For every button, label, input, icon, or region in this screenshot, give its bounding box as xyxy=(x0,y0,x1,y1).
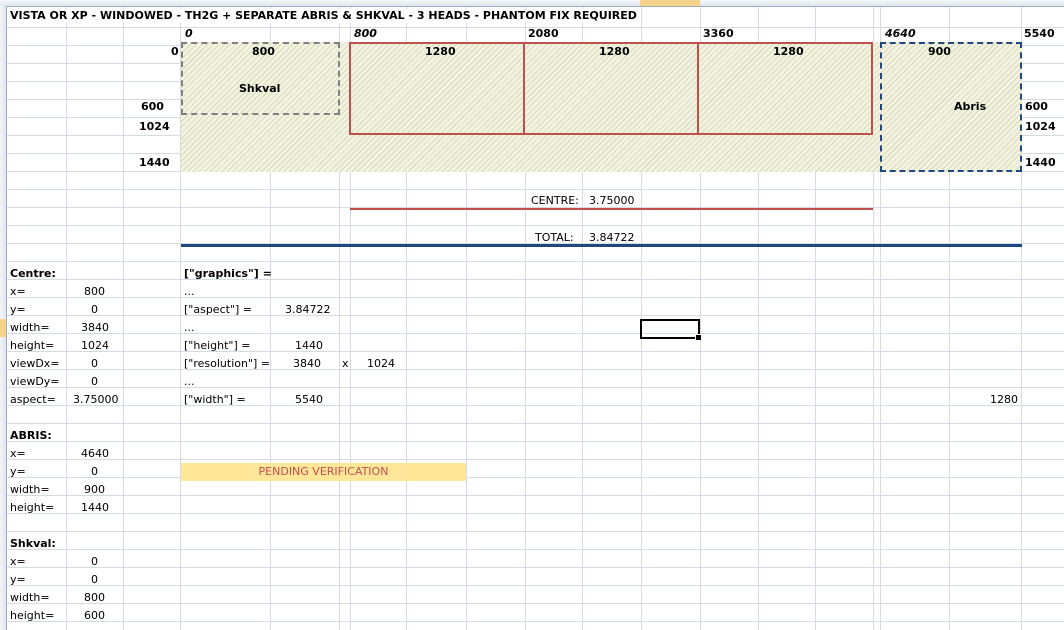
centre-row-value[interactable]: 3840 xyxy=(81,321,109,335)
shkval-row-value[interactable]: 0 xyxy=(91,555,98,569)
abris-row-label[interactable]: height= xyxy=(10,501,54,515)
centre-row-value[interactable]: 1024 xyxy=(81,339,109,353)
graphics-resolution-x[interactable]: x xyxy=(342,357,349,371)
graphics-height-label[interactable]: ["height"] = xyxy=(184,339,250,353)
shkval-row-value[interactable]: 0 xyxy=(91,573,98,587)
abris-row-value[interactable]: 900 xyxy=(84,483,105,497)
width-label[interactable]: 900 xyxy=(928,45,951,59)
position-label[interactable]: 2080 xyxy=(528,27,559,41)
shkval-row-value[interactable]: 600 xyxy=(84,609,105,623)
abris-label[interactable]: Abris xyxy=(954,100,986,114)
centre-row-value[interactable]: 800 xyxy=(84,285,105,299)
height-label-left[interactable]: 1024 xyxy=(139,120,170,134)
abris-row-label[interactable]: width= xyxy=(10,483,50,497)
grid-column-line xyxy=(123,7,124,630)
centre-row-label[interactable]: width= xyxy=(10,321,50,335)
position-label[interactable]: 0 xyxy=(185,27,193,41)
shkval-row-label[interactable]: height= xyxy=(10,609,54,623)
active-column-highlight xyxy=(640,0,700,6)
centre-row-label[interactable]: aspect= xyxy=(10,393,56,407)
abris-header[interactable]: ABRIS: xyxy=(10,429,52,443)
width-label[interactable]: 1280 xyxy=(599,45,630,59)
abris-row-value[interactable]: 4640 xyxy=(81,447,109,461)
pending-verification-text: PENDING VERIFICATION xyxy=(258,465,389,478)
graphics-resolution-label[interactable]: ["resolution"] = xyxy=(184,357,270,371)
abris-screen-box xyxy=(880,42,1022,172)
grid-column-line xyxy=(66,7,67,630)
shkval-row-label[interactable]: x= xyxy=(10,555,26,569)
shkval-label[interactable]: Shkval xyxy=(239,82,280,96)
width-label[interactable]: 1280 xyxy=(773,45,804,59)
zero-mark[interactable]: 0 xyxy=(171,45,179,59)
centre-row-label[interactable]: x= xyxy=(10,285,26,299)
centre-row-label[interactable]: viewDx= xyxy=(10,357,60,371)
centre-calc-label[interactable]: CENTRE: xyxy=(531,194,579,208)
abris-row-label[interactable]: y= xyxy=(10,465,26,479)
row-header-bar[interactable] xyxy=(0,6,7,630)
graphics-ellipsis[interactable]: ... xyxy=(184,285,195,299)
position-label[interactable]: 5540 xyxy=(1024,27,1055,41)
position-label[interactable]: 800 xyxy=(354,27,377,41)
height-label-right[interactable]: 600 xyxy=(1025,100,1048,114)
column-header-bar[interactable] xyxy=(0,0,1064,7)
graphics-ellipsis[interactable]: ... xyxy=(184,321,195,335)
graphics-aspect-value[interactable]: 3.84722 xyxy=(285,303,331,317)
total-span-line xyxy=(181,244,1022,247)
sheet-title[interactable]: VISTA OR XP - WINDOWED - TH2G + SEPARATE… xyxy=(10,9,641,23)
shkval-row-value[interactable]: 800 xyxy=(84,591,105,605)
centre-row-value[interactable]: 0 xyxy=(91,303,98,317)
fill-handle[interactable] xyxy=(695,334,702,341)
shkval-row-label[interactable]: y= xyxy=(10,573,26,587)
total-calc-value[interactable]: 3.84722 xyxy=(589,231,635,245)
centre-header[interactable]: Centre: xyxy=(10,267,56,281)
width-label[interactable]: 800 xyxy=(252,45,275,59)
graphics-width-label[interactable]: ["width"] = xyxy=(184,393,246,407)
abris-row-value[interactable]: 0 xyxy=(91,465,98,479)
height-label-left[interactable]: 1440 xyxy=(139,156,170,170)
position-label[interactable]: 4640 xyxy=(885,27,916,41)
graphics-ellipsis[interactable]: ... xyxy=(184,375,195,389)
graphics-resolution-height[interactable]: 1024 xyxy=(367,357,395,371)
centre-row-value[interactable]: 3.75000 xyxy=(73,393,119,407)
centre-row-label[interactable]: y= xyxy=(10,303,26,317)
height-label-right[interactable]: 1440 xyxy=(1025,156,1056,170)
graphics-resolution-width[interactable]: 3840 xyxy=(293,357,321,371)
centre-row-value[interactable]: 0 xyxy=(91,375,98,389)
abris-row-label[interactable]: x= xyxy=(10,447,26,461)
stray-value-cell[interactable]: 1280 xyxy=(990,393,1018,407)
centre-row-label[interactable]: viewDy= xyxy=(10,375,60,389)
height-label-right[interactable]: 1024 xyxy=(1025,120,1056,134)
height-label-left[interactable]: 600 xyxy=(141,100,164,114)
width-label[interactable]: 1280 xyxy=(425,45,456,59)
shkval-header[interactable]: Shkval: xyxy=(10,537,56,551)
active-row-highlight xyxy=(0,319,6,337)
centre-calc-value[interactable]: 3.75000 xyxy=(589,194,635,208)
centre-row-label[interactable]: height= xyxy=(10,339,54,353)
selected-cell[interactable] xyxy=(640,319,702,341)
abris-row-value[interactable]: 1440 xyxy=(81,501,109,515)
graphics-height-value[interactable]: 1440 xyxy=(295,339,323,353)
centre-row-value[interactable]: 0 xyxy=(91,357,98,371)
graphics-aspect-label[interactable]: ["aspect"] = xyxy=(184,303,252,317)
total-calc-label[interactable]: TOTAL: xyxy=(535,231,574,245)
position-label[interactable]: 3360 xyxy=(703,27,734,41)
centre-span-line xyxy=(350,208,873,210)
graphics-header[interactable]: ["graphics"] = xyxy=(184,267,272,281)
graphics-width-value[interactable]: 5540 xyxy=(295,393,323,407)
shkval-row-label[interactable]: width= xyxy=(10,591,50,605)
